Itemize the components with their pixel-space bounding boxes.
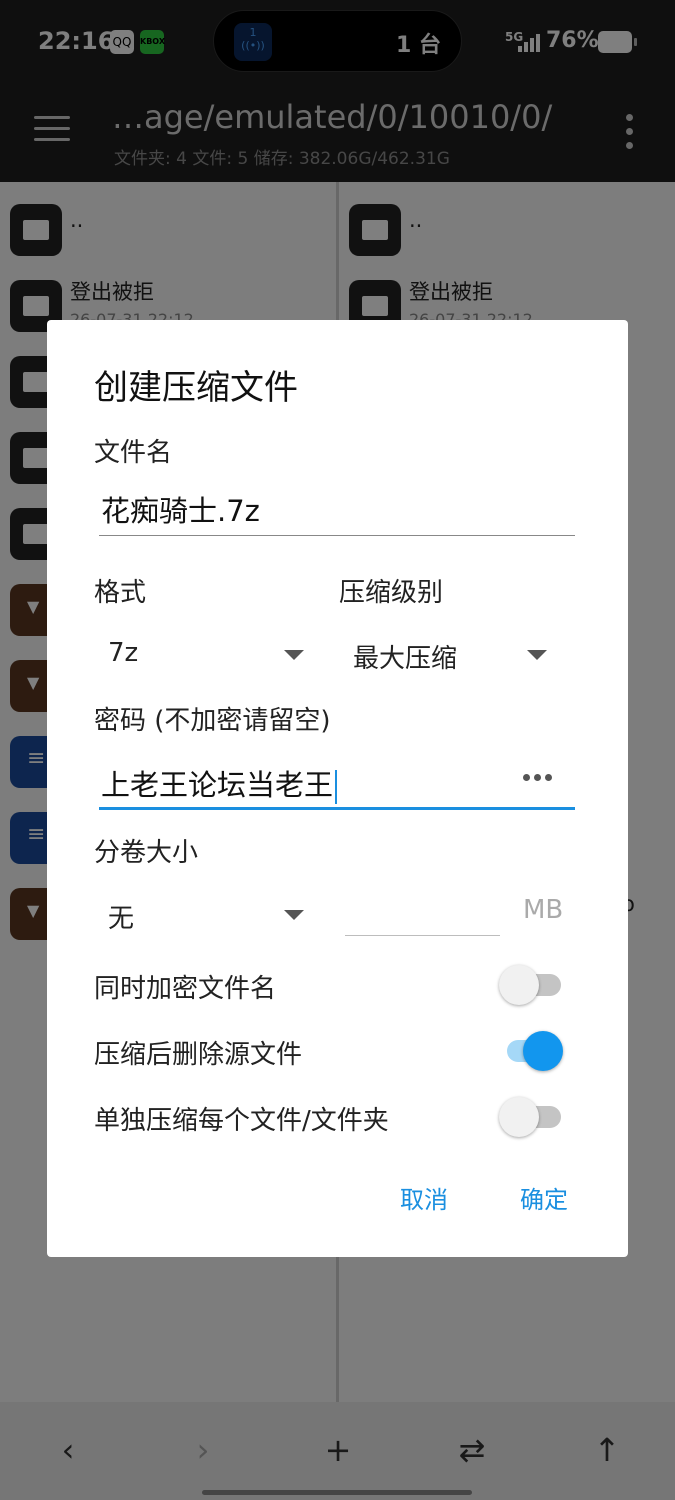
dropdown-arrow-icon (527, 650, 547, 660)
format-select[interactable]: 7z (94, 630, 314, 680)
volume-size-input[interactable] (345, 892, 500, 936)
encrypt-filenames-toggle[interactable] (499, 964, 563, 1006)
volume-size-unit: MB (523, 895, 564, 925)
text-cursor (335, 770, 338, 804)
compression-level-label: 压缩级别 (339, 578, 444, 608)
dropdown-arrow-icon (284, 650, 304, 660)
filename-value: 花痴骑士.7z (101, 494, 260, 528)
format-label: 格式 (94, 578, 147, 608)
cancel-button[interactable]: 取消 (400, 1180, 448, 1215)
filename-input[interactable]: 花痴骑士.7z (99, 482, 575, 536)
password-label: 密码 (不加密请留空) (94, 706, 331, 736)
volume-size-value: 无 (108, 904, 135, 934)
encrypt-filenames-label: 同时加密文件名 (94, 974, 277, 1004)
volume-size-label: 分卷大小 (94, 838, 199, 868)
dialog-title: 创建压缩文件 (94, 368, 298, 408)
password-visibility-icon[interactable] (523, 774, 553, 782)
password-input[interactable]: 上老王论坛当老王 (99, 756, 575, 810)
confirm-button[interactable]: 确定 (520, 1180, 568, 1215)
delete-source-toggle[interactable] (499, 1030, 563, 1072)
compress-separately-toggle[interactable] (499, 1096, 563, 1138)
compression-level-select[interactable]: 最大压缩 (339, 630, 559, 680)
compression-level-value: 最大压缩 (353, 644, 458, 674)
delete-source-label: 压缩后删除源文件 (94, 1040, 303, 1070)
create-archive-dialog: 创建压缩文件 文件名 花痴骑士.7z 格式 压缩级别 7z 最大压缩 密码 (不… (47, 320, 628, 1257)
filename-label: 文件名 (94, 438, 173, 468)
volume-size-select[interactable]: 无 (94, 890, 314, 940)
compress-separately-label: 单独压缩每个文件/文件夹 (94, 1106, 389, 1136)
dropdown-arrow-icon (284, 910, 304, 920)
format-value: 7z (108, 638, 139, 668)
password-value: 上老王论坛当老王 (101, 768, 334, 802)
